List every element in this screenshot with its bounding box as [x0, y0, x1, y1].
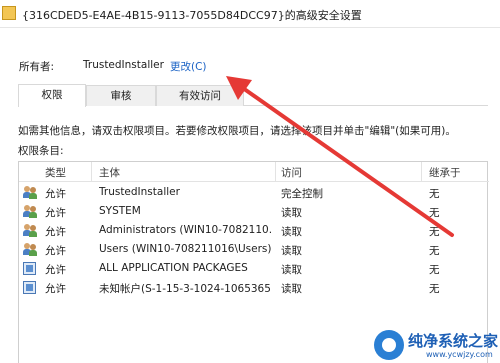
cell-access: 读取 — [281, 283, 302, 295]
table-header: 类型 主体 访问 继承于 — [19, 162, 489, 182]
column-header-type[interactable]: 类型 — [45, 165, 66, 180]
change-owner-link[interactable]: 更改(C) — [170, 59, 207, 74]
cell-principal: SYSTEM — [99, 205, 141, 217]
owner-value: TrustedInstaller — [83, 59, 164, 71]
tab-auditing[interactable]: 审核 — [86, 85, 156, 106]
cell-inherited: 无 — [429, 226, 440, 238]
cell-access: 读取 — [281, 207, 302, 219]
cell-principal: TrustedInstaller — [99, 186, 180, 198]
cell-inherited: 无 — [429, 264, 440, 276]
instructions-text: 如需其他信息，请双击权限项目。若要修改权限项目，请选择该项目并单击"编辑"(如果… — [18, 125, 456, 137]
cell-type: 允许 — [45, 245, 66, 257]
window-title: {316CDED5-E4AE-4B15-9113-7055D84DCC97}的高… — [22, 9, 362, 22]
cell-inherited: 无 — [429, 245, 440, 257]
cell-access: 读取 — [281, 245, 302, 257]
users-icon — [23, 205, 37, 218]
title-bar: {316CDED5-E4AE-4B15-9113-7055D84DCC97}的高… — [0, 0, 500, 28]
cell-inherited: 无 — [429, 283, 440, 295]
cell-inherited: 无 — [429, 207, 440, 219]
tab-effective-access[interactable]: 有效访问 — [156, 85, 244, 106]
users-icon — [23, 243, 37, 256]
users-icon — [23, 224, 37, 237]
table-row[interactable]: 允许 Users (WIN10-708211016\Users) 读取 无 — [19, 241, 489, 259]
cell-principal: Administrators (WIN10-7082110... — [99, 224, 271, 236]
table-row[interactable]: 允许 TrustedInstaller 完全控制 无 — [19, 184, 489, 202]
tab-strip: 权限 审核 有效访问 — [18, 84, 488, 107]
cell-type: 允许 — [45, 188, 66, 200]
watermark-url: www.ycwjzy.com — [426, 350, 493, 359]
watermark: 纯净系统之家 www.ycwjzy.com — [374, 328, 500, 363]
cell-access: 读取 — [281, 264, 302, 276]
table-row[interactable]: 允许 SYSTEM 读取 无 — [19, 203, 489, 221]
package-icon — [23, 262, 36, 275]
cell-access: 完全控制 — [281, 188, 323, 200]
tab-permissions[interactable]: 权限 — [18, 84, 86, 107]
cell-inherited: 无 — [429, 188, 440, 200]
cell-type: 允许 — [45, 207, 66, 219]
cell-principal: 未知帐户(S-1-15-3-1024-1065365... — [99, 283, 271, 295]
column-header-inherited-from[interactable]: 继承于 — [429, 165, 461, 180]
package-icon — [23, 281, 36, 294]
cell-type: 允许 — [45, 283, 66, 295]
table-row[interactable]: 允许 未知帐户(S-1-15-3-1024-1065365... 读取 无 — [19, 279, 489, 297]
cell-type: 允许 — [45, 264, 66, 276]
watermark-text: 纯净系统之家 — [408, 332, 499, 350]
cell-principal: Users (WIN10-708211016\Users) — [99, 243, 271, 255]
users-icon — [23, 186, 37, 199]
cell-principal: ALL APPLICATION PACKAGES — [99, 262, 248, 274]
column-header-principal[interactable]: 主体 — [99, 165, 120, 180]
table-row[interactable]: 允许 Administrators (WIN10-7082110... 读取 无 — [19, 222, 489, 240]
table-row[interactable]: 允许 ALL APPLICATION PACKAGES 读取 无 — [19, 260, 489, 278]
permission-entries-label: 权限条目: — [18, 145, 64, 157]
cell-access: 读取 — [281, 226, 302, 238]
column-header-access[interactable]: 访问 — [281, 165, 302, 180]
watermark-logo-icon — [374, 330, 404, 360]
folder-icon — [2, 6, 16, 20]
owner-label: 所有者: — [19, 61, 55, 73]
cell-type: 允许 — [45, 226, 66, 238]
